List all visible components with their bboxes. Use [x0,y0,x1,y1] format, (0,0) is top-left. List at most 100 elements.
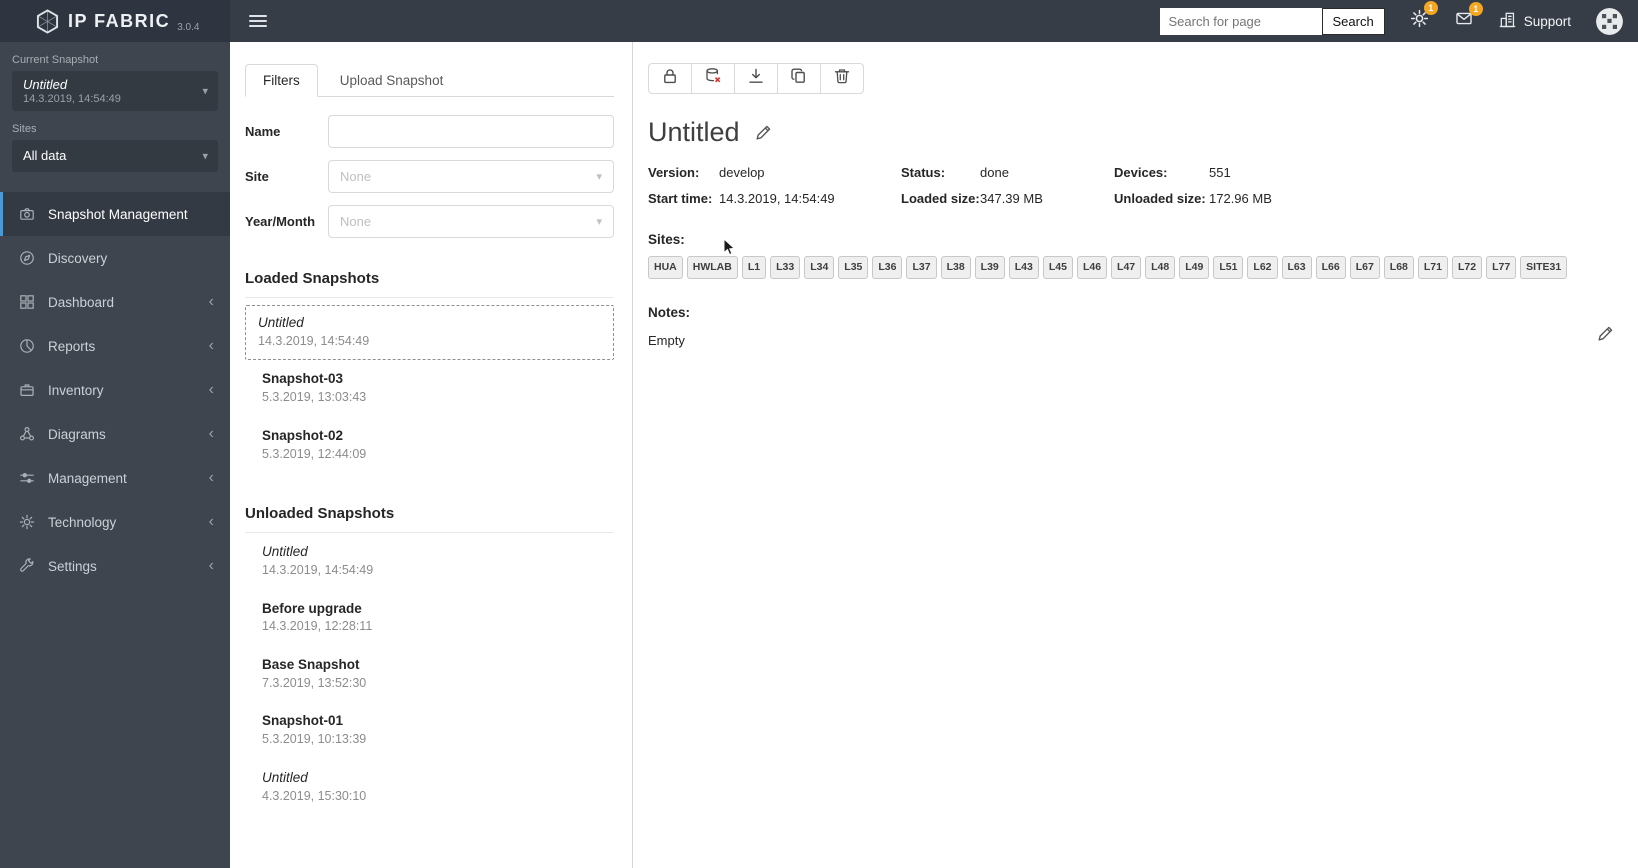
site-tag[interactable]: L51 [1213,256,1244,279]
site-tag[interactable]: L67 [1349,256,1380,279]
snapshot-name: Untitled [262,769,308,785]
edit-notes-button[interactable] [1597,325,1614,347]
edit-title-button[interactable] [755,124,772,141]
sites-label: Sites [12,123,37,136]
snapshot-detail: Untitled Version: develop Status: done Dev… [634,42,1638,868]
sidebar-item-management[interactable]: Management ‹ [0,456,230,500]
snapshot-list-item-untitled[interactable]: Untitled 14.3.2019, 14:54:49 [245,305,614,361]
site-tag[interactable]: L47 [1111,256,1142,279]
panel-tabbar: Filters Upload Snapshot [245,64,614,97]
yearmonth-select-value: None [340,214,372,229]
unloaded-snapshots-list: Untitled 14.3.2019, 14:54:49 Before upgr… [245,533,614,815]
chevron-down-icon: ▾ [202,150,208,163]
menu-toggle-button[interactable] [245,8,271,34]
snapshot-list-item-before-upgrade[interactable]: Before upgrade 14.3.2019, 12:28:11 [245,590,614,646]
sites-select[interactable]: All data ▾ [12,140,218,173]
chevron-down-icon: ▾ [596,216,602,228]
app-logo: IP FABRIC 3.0.4 [0,0,230,42]
site-tag[interactable]: L72 [1451,256,1483,279]
name-input[interactable] [328,115,614,148]
site-tags: HUA HWLAB L1 L33 L34 L35 L36 L37 L38 L39… [648,256,1616,279]
site-tag[interactable]: HWLAB [686,256,738,279]
current-snapshot-name: Untitled [23,77,68,92]
site-tag[interactable]: L43 [1008,256,1039,279]
support-button[interactable]: Support [1499,11,1571,31]
snapshot-name: Untitled [262,544,308,560]
network-diagram-icon [19,426,35,442]
snapshot-list-item-01[interactable]: Snapshot-01 5.3.2019, 10:13:39 [245,702,614,758]
chevron-icon: ‹ [208,425,214,443]
site-tag[interactable]: L34 [804,256,835,279]
snapshot-date: 4.3.2019, 15:30:10 [262,788,367,803]
site-tag[interactable]: L63 [1281,256,1312,279]
chevron-down-icon: ▾ [202,85,208,98]
site-tag[interactable]: L46 [1076,256,1108,279]
sidebar-item-diagrams[interactable]: Diagrams ‹ [0,412,230,456]
snapshot-list-item-03[interactable]: Snapshot-03 5.3.2019, 13:03:43 [245,360,614,416]
sidebar-item-inventory[interactable]: Inventory ‹ [0,368,230,412]
user-avatar[interactable] [1596,7,1623,35]
notes-heading: Notes: [648,304,691,320]
topbar: IP FABRIC 3.0.4 Search 1 1 Support [0,0,1638,42]
filters-form: Name Site None ▾ Year/Month None ▾ [245,115,614,238]
site-tag[interactable]: L66 [1315,256,1346,279]
sidebar-item-label: Discovery [48,250,108,266]
site-tag[interactable]: L33 [770,256,801,279]
snapshot-name: Untitled [258,315,304,330]
current-snapshot-select[interactable]: Untitled 14.3.2019, 14:54:49 ▾ [12,71,218,112]
site-tag[interactable]: SITE31 [1520,256,1568,279]
yearmonth-label: Year/Month [245,214,316,229]
tab-filters[interactable]: Filters [245,64,318,97]
site-tag[interactable]: L39 [974,256,1005,279]
download-button[interactable] [734,63,778,94]
lock-icon [661,67,679,90]
search-button[interactable]: Search [1321,7,1385,35]
snapshot-list-item-02[interactable]: Snapshot-02 5.3.2019, 12:44:09 [245,417,614,473]
site-tag[interactable]: L68 [1383,256,1414,279]
compass-icon [19,250,35,266]
sidebar-item-settings[interactable]: Settings ‹ [0,544,230,588]
unload-snapshot-button[interactable] [691,63,735,94]
chevron-icon: ‹ [208,557,214,575]
site-tag[interactable]: L1 [741,256,767,279]
site-tag[interactable]: L38 [940,256,971,279]
current-snapshot-label: Current Snapshot [12,54,99,66]
sidebar-item-dashboard[interactable]: Dashboard ‹ [0,280,230,324]
clone-button[interactable] [777,63,821,94]
detail-devices: Devices: 551 [1114,165,1231,180]
loaded-snapshots-heading: Loaded Snapshots [245,270,614,298]
site-tag[interactable]: L71 [1417,256,1448,279]
snapshot-date: 7.3.2019, 13:52:30 [262,675,367,690]
delete-button[interactable] [820,63,864,94]
site-tag[interactable]: L77 [1486,256,1517,279]
ipfabric-logo-icon [36,8,59,34]
site-tag[interactable]: L45 [1042,256,1073,279]
site-tag[interactable]: L48 [1145,256,1176,279]
current-snapshot-date: 14.3.2019, 14:54:49 [23,93,121,106]
search-input[interactable] [1159,7,1322,35]
snapshot-list-item-base-snapshot[interactable]: Base Snapshot 7.3.2019, 13:52:30 [245,646,614,702]
yearmonth-select[interactable]: None ▾ [328,205,614,238]
snapshot-list-item-untitled-2[interactable]: Untitled 14.3.2019, 14:54:49 [245,533,614,589]
settings-notifications-button[interactable]: 1 [1410,1,1438,33]
site-tag[interactable]: L37 [906,256,937,279]
snapshot-list-item-untitled-3[interactable]: Untitled 4.3.2019, 15:30:10 [245,759,614,815]
lock-button[interactable] [648,63,692,94]
sidebar-item-discovery[interactable]: Discovery [0,236,230,280]
site-tag[interactable]: L62 [1247,256,1278,279]
title-row: Untitled [648,117,1616,148]
site-tag[interactable]: L49 [1179,256,1210,279]
sidebar-item-reports[interactable]: Reports ‹ [0,324,230,368]
messages-button[interactable]: 1 [1454,2,1483,32]
tab-upload-snapshot[interactable]: Upload Snapshot [318,65,466,96]
site-tag[interactable]: HUA [648,256,683,279]
sidebar-item-snapshot-management[interactable]: Snapshot Management [0,192,230,237]
detail-start-time: Start time: 14.3.2019, 14:54:49 [648,191,835,206]
snapshot-name: Snapshot-03 [262,371,344,387]
site-tag[interactable]: L36 [872,256,903,279]
sidebar-item-technology[interactable]: Technology ‹ [0,500,230,544]
site-tag[interactable]: L35 [838,256,869,279]
pie-chart-icon [19,338,35,354]
sliders-icon [19,470,35,486]
site-select[interactable]: None ▾ [328,160,614,193]
